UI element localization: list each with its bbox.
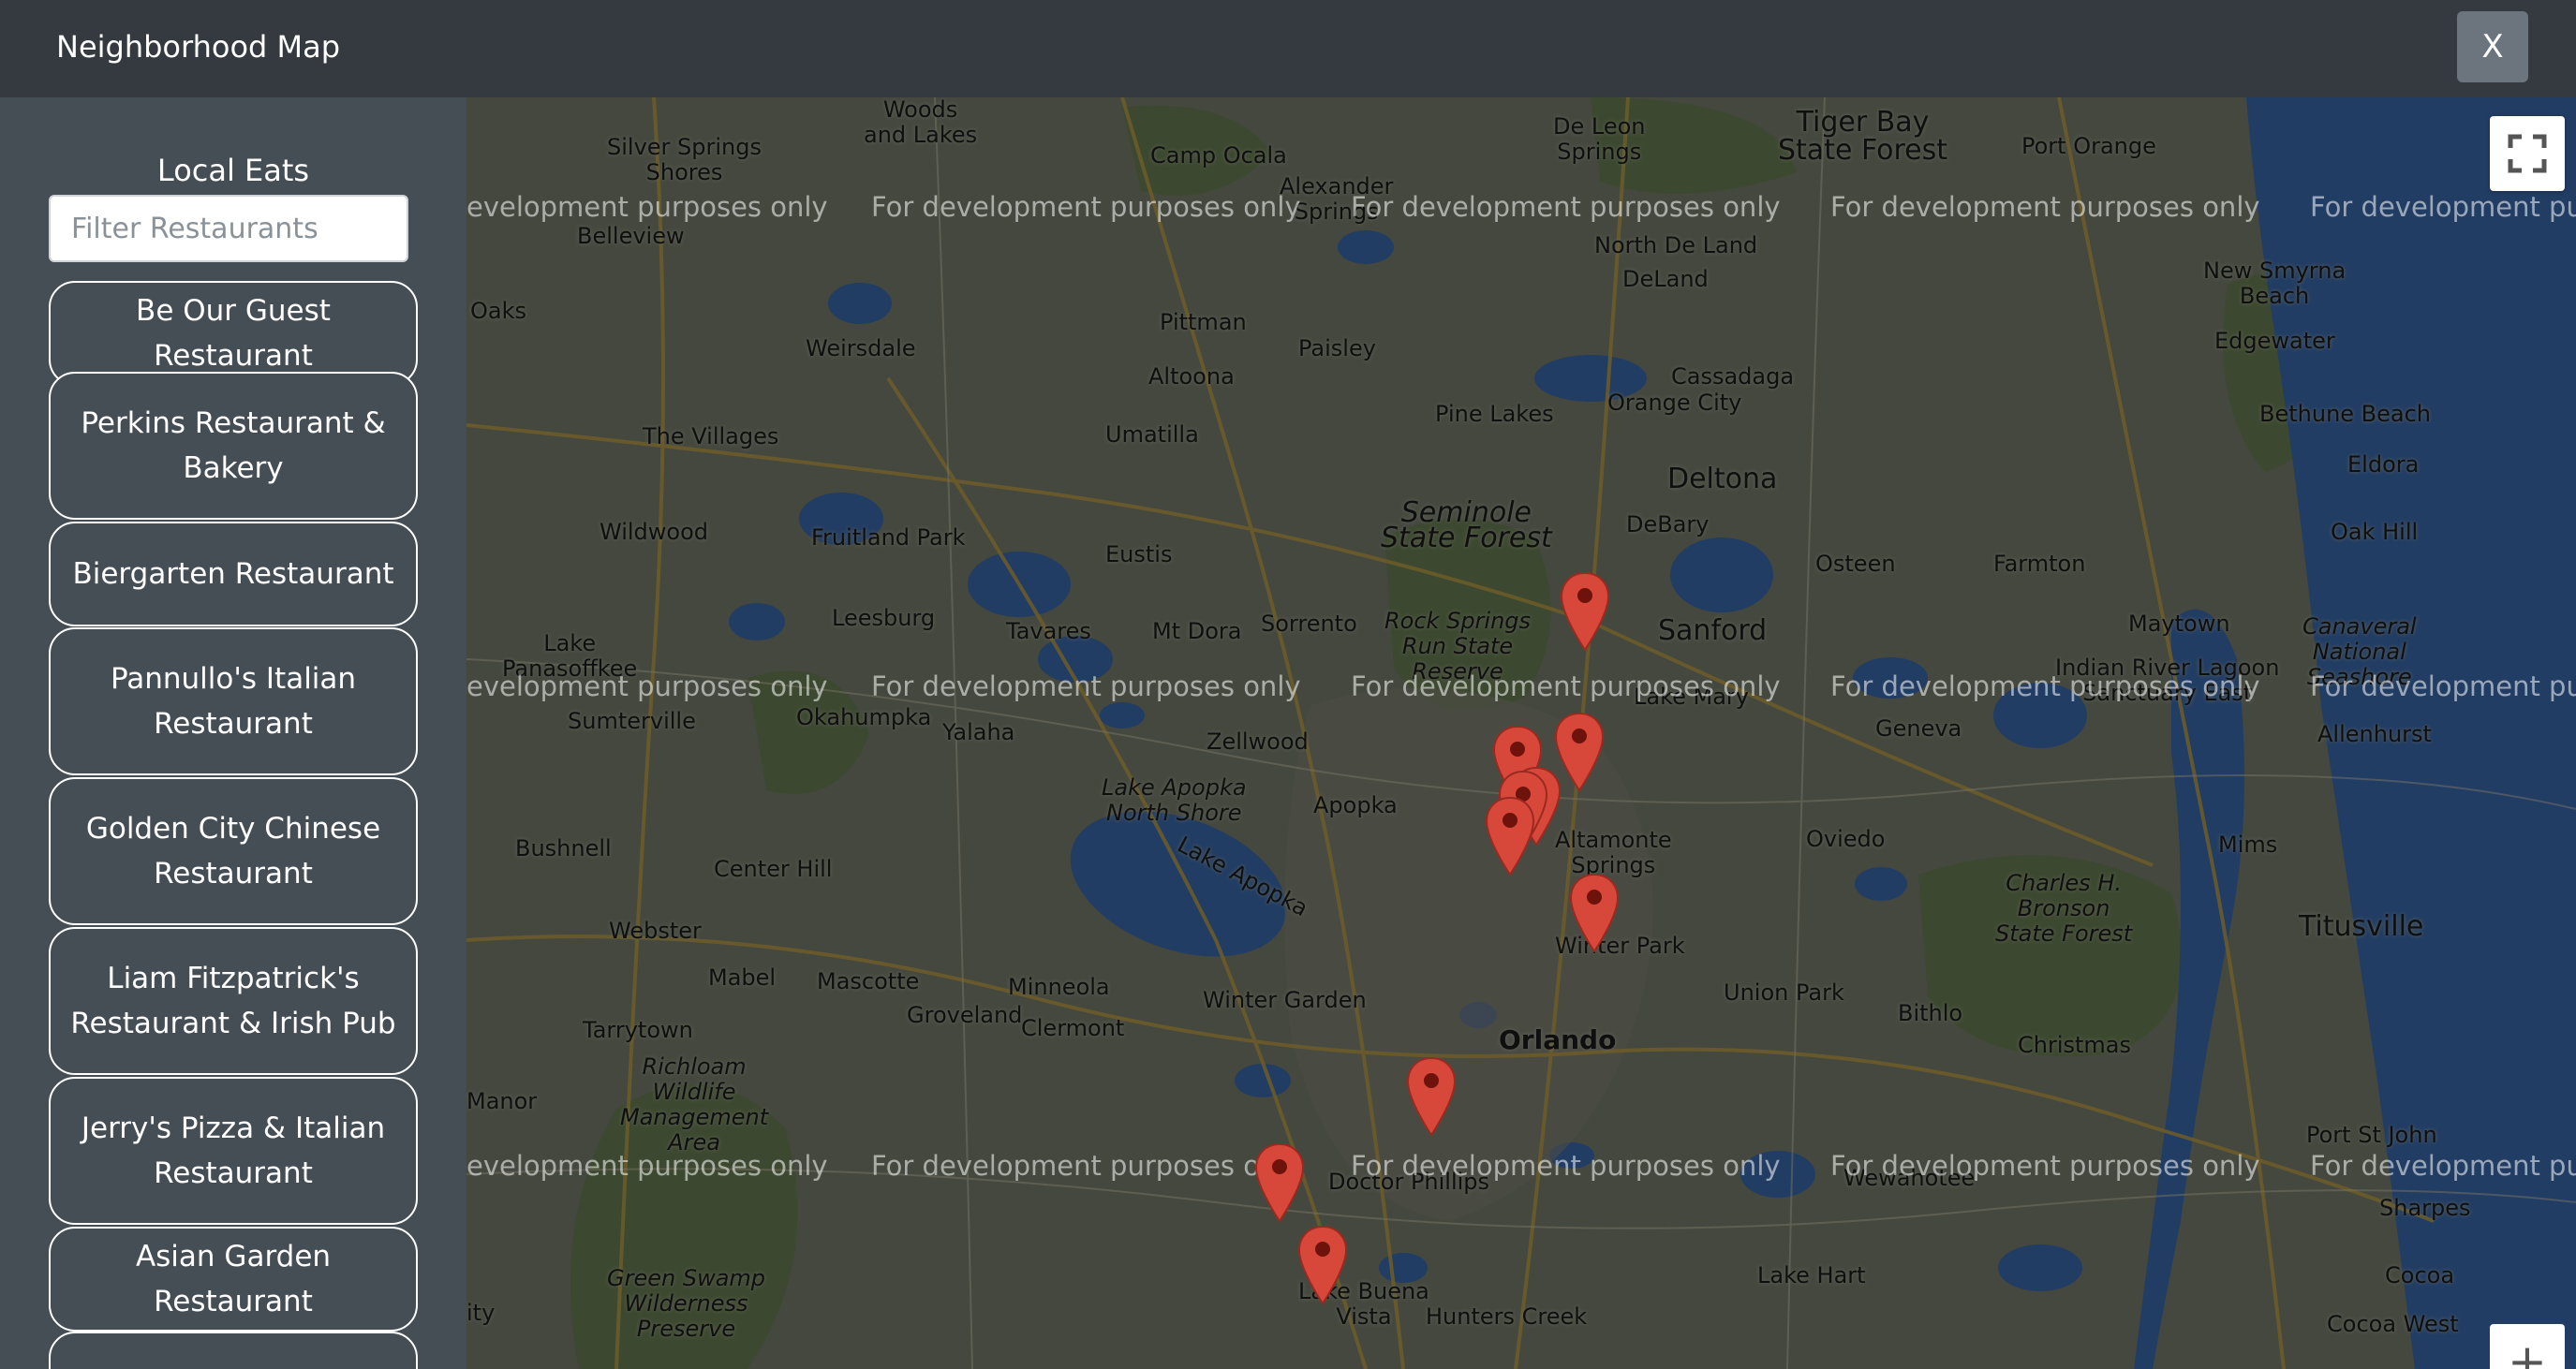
map-marker-icon[interactable] [1568,873,1621,953]
sidebar-title: Local Eats [156,153,310,188]
dev-watermark: For development purposes only [871,670,1301,702]
dev-watermark: For development purposes only [1830,191,2260,223]
restaurant-item[interactable]: Asian Garden Restaurant [49,1227,418,1332]
close-button[interactable]: X [2457,11,2528,82]
dev-watermark: For development purposes only [1351,1150,1781,1182]
dev-watermark: evelopment purposes only [466,191,828,223]
dev-watermark: For development purp [2310,1150,2576,1182]
dev-watermark: For development purp [2310,191,2576,223]
restaurant-item[interactable]: Biergarten Restaurant [49,522,418,626]
dev-watermark: For development purp [2310,670,2576,702]
app-title: Neighborhood Map [56,29,341,65]
filter-restaurants-input[interactable] [49,195,408,262]
fullscreen-button[interactable] [2490,116,2565,191]
restaurant-item[interactable]: Liam Fitzpatrick's Restaurant & Irish Pu… [49,927,418,1075]
dev-watermark: For development purposes only [1830,1150,2260,1182]
fullscreen-icon [2508,134,2547,173]
map-marker-icon[interactable] [1296,1225,1349,1305]
sidebar: Local Eats Be Our Guest Restaurant Perki… [0,97,466,1369]
zoom-in-button[interactable]: + [2490,1324,2565,1369]
restaurant-item[interactable]: Perkins Restaurant & Bakery [49,372,418,520]
dev-watermark: For development purposes only [871,1150,1301,1182]
dev-watermark: For development purposes only [871,191,1301,223]
map-marker-icon[interactable] [1559,571,1611,652]
restaurant-item[interactable]: Golden City Chinese Restaurant [49,777,418,925]
dev-watermark: evelopment purposes only [466,670,828,702]
restaurant-item[interactable]: Pannullo's Italian Restaurant [49,627,418,775]
map-marker-icon[interactable] [1253,1142,1306,1223]
map[interactable]: Woods and Lakes Silver Springs Shores Camp… [466,97,2576,1369]
restaurant-item[interactable] [49,1332,418,1369]
map-marker-icon[interactable] [1405,1056,1458,1137]
dev-watermark: For development purposes only [1351,670,1781,702]
dev-watermark: evelopment purposes only [466,1150,828,1182]
dev-watermark: For development purposes only [1830,670,2260,702]
top-navbar: Neighborhood Map X [0,0,2576,97]
restaurant-item[interactable]: Jerry's Pizza & Italian Restaurant [49,1077,418,1225]
restaurant-item[interactable]: Be Our Guest Restaurant [49,281,418,386]
dev-watermark: For development purposes only [1351,191,1781,223]
map-marker-icon[interactable] [1484,796,1536,876]
